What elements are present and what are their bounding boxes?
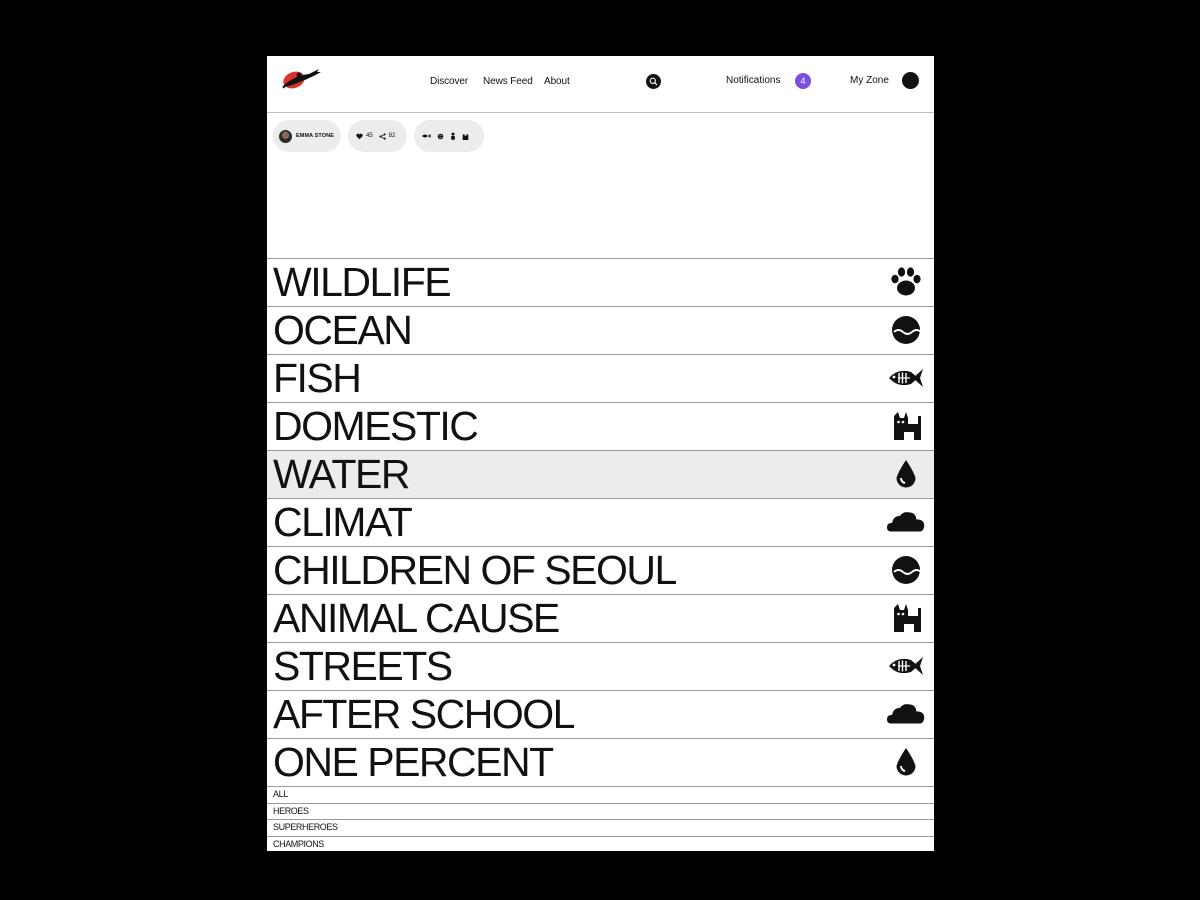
category-label: CLIMAT — [273, 499, 413, 545]
author-name: EMMA STONE — [296, 133, 334, 139]
category-row[interactable]: STREETS — [267, 643, 934, 691]
filter-row[interactable]: CHAMPIONS — [267, 837, 934, 852]
category-row[interactable]: OCEAN — [267, 307, 934, 355]
fish-icon[interactable] — [421, 133, 431, 139]
cat-icon — [887, 410, 925, 442]
drop-icon — [887, 746, 925, 778]
filter-label: CHAMPIONS — [273, 838, 324, 849]
category-label: WATER — [273, 451, 410, 497]
category-row[interactable]: WILDLIFE — [267, 259, 934, 307]
notifications-count-badge: 4 — [795, 73, 811, 89]
author-chip[interactable]: EMMA STONE — [273, 120, 341, 152]
share-icon[interactable] — [379, 132, 386, 140]
filter-label: ALL — [273, 789, 288, 799]
brain-icon[interactable] — [437, 133, 444, 140]
paw-icon — [887, 266, 925, 298]
category-row[interactable]: CHILDREN OF SEOUL — [267, 547, 934, 595]
top-navigation: Discover News Feed About Notifications 4… — [267, 56, 934, 113]
filter-list: ALL HEROES SUPERHEROES CHAMPIONS — [267, 787, 934, 851]
nav-discover-link[interactable]: Discover — [430, 76, 468, 87]
cat-icon — [887, 602, 925, 634]
likes-count: 45 — [366, 133, 373, 139]
heart-icon[interactable] — [356, 133, 363, 140]
nav-about-link[interactable]: About — [544, 76, 570, 87]
cat-icon[interactable] — [462, 133, 469, 140]
category-label: OCEAN — [273, 307, 413, 353]
my-zone-link[interactable]: My Zone — [850, 75, 889, 86]
drop-icon — [887, 458, 925, 490]
nav-news-feed-link[interactable]: News Feed — [483, 76, 533, 87]
filter-row[interactable]: HEROES — [267, 804, 934, 820]
hero-logo-icon[interactable] — [279, 66, 323, 92]
notifications-link[interactable]: Notifications — [726, 75, 780, 86]
category-row[interactable]: AFTER SCHOOL — [267, 691, 934, 739]
search-button[interactable] — [646, 74, 661, 89]
cloud-icon — [887, 506, 925, 538]
category-row[interactable]: ANIMAL CAUSE — [267, 595, 934, 643]
search-icon — [649, 77, 658, 86]
category-label: ONE PERCENT — [273, 739, 554, 785]
filter-row[interactable]: ALL — [267, 787, 934, 804]
main-page: Discover News Feed About Notifications 4… — [267, 56, 934, 851]
my-zone-avatar[interactable] — [902, 72, 919, 89]
category-label: ANIMAL CAUSE — [273, 595, 560, 641]
category-icons-chip — [414, 120, 484, 152]
category-label: FISH — [273, 355, 362, 401]
fish-icon — [887, 650, 925, 682]
cloud-icon — [887, 698, 925, 730]
ocean-icon — [887, 554, 925, 586]
category-row[interactable]: WATER — [267, 451, 934, 499]
category-label: STREETS — [273, 643, 453, 689]
category-label: AFTER SCHOOL — [273, 691, 575, 737]
category-label: CHILDREN OF SEOUL — [273, 547, 677, 593]
category-row[interactable]: DOMESTIC — [267, 403, 934, 451]
ocean-icon — [887, 314, 925, 346]
stats-chip: 45 82 — [348, 120, 407, 152]
filter-row[interactable]: SUPERHEROES — [267, 820, 934, 837]
filter-label: SUPERHEROES — [273, 822, 338, 832]
category-row[interactable]: ONE PERCENT — [267, 739, 934, 787]
shares-count: 82 — [388, 133, 396, 139]
category-row[interactable]: CLIMAT — [267, 499, 934, 547]
category-list: WILDLIFE OCEAN FISH DOMESTIC WATER CLIMAT CHIL… — [267, 258, 934, 787]
category-row[interactable]: FISH — [267, 355, 934, 403]
category-label: DOMESTIC — [273, 403, 479, 449]
figure-icon[interactable] — [450, 132, 456, 140]
fish-icon — [887, 362, 925, 394]
category-label: WILDLIFE — [273, 259, 452, 305]
author-avatar — [279, 129, 292, 143]
filter-label: HEROES — [273, 805, 309, 816]
